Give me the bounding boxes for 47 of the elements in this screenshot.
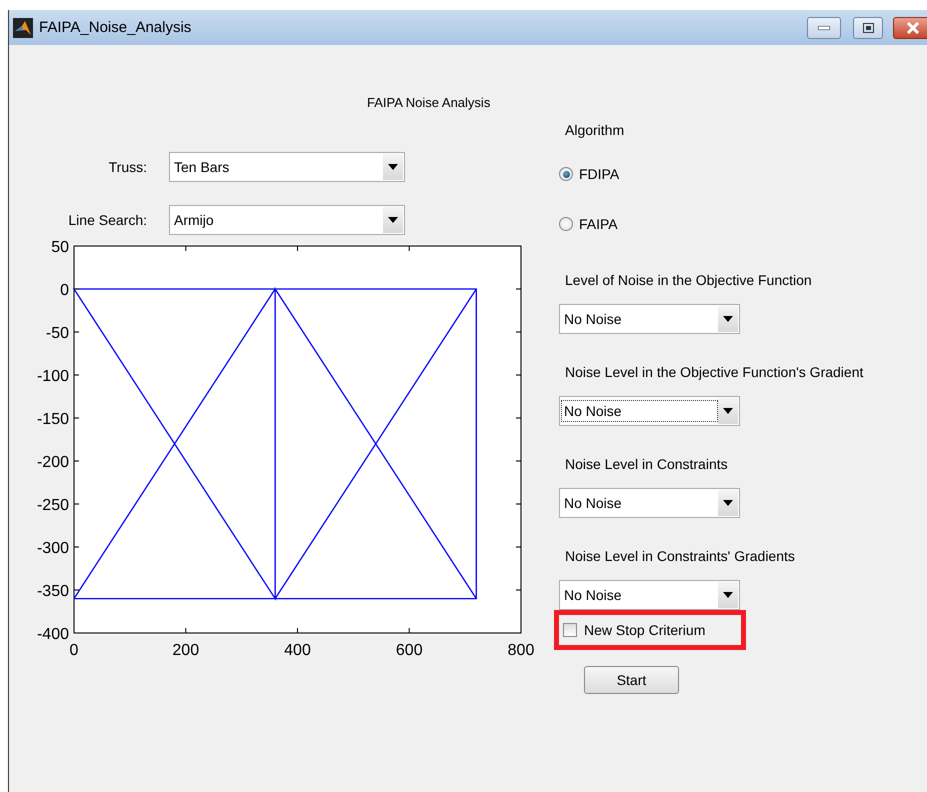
- app-logo-icon: [13, 18, 33, 38]
- dropdown[interactable]: No Noise: [559, 396, 740, 426]
- field-label: Truss:: [108, 159, 147, 175]
- y-tick-label: -300: [36, 540, 69, 557]
- close-icon: [907, 22, 919, 34]
- stop-criterion-checkbox[interactable]: New Stop Criterium: [563, 622, 706, 638]
- dropdown-arrow-icon: [388, 164, 398, 170]
- y-tick-label: -250: [36, 497, 69, 514]
- minimize-button[interactable]: [807, 16, 841, 38]
- dropdown-arrow-icon: [388, 217, 398, 223]
- window-title: FAIPA_Noise_Analysis: [39, 19, 192, 36]
- start-button[interactable]: Start: [584, 666, 679, 694]
- setting-label: Noise Level in Constraints' Gradients: [564, 548, 796, 564]
- y-tick-label: -150: [36, 411, 69, 428]
- y-tick-label: -200: [36, 454, 69, 471]
- x-tick-label: 400: [284, 642, 311, 657]
- y-tick-label: 0: [60, 282, 69, 299]
- setting-label: Level of Noise in the Objective Function: [564, 272, 813, 288]
- maximize-icon: [862, 22, 874, 32]
- dropdown-arrow-icon: [723, 500, 733, 506]
- panel-heading: FAIPA Noise Analysis: [367, 95, 490, 110]
- dropdown[interactable]: Ten Bars: [169, 152, 405, 182]
- y-tick-label: -100: [36, 368, 69, 385]
- radio-option[interactable]: FDIPA: [559, 164, 864, 184]
- setting-label: Noise Level in the Objective Function's Gradient: [564, 364, 864, 380]
- maximize-button[interactable]: [853, 16, 883, 38]
- x-tick-label: 600: [396, 642, 423, 657]
- dropdown[interactable]: No Noise: [559, 488, 740, 518]
- field-label: Line Search:: [68, 212, 147, 228]
- dropdown[interactable]: Armijo: [169, 205, 405, 235]
- y-tick-label: -400: [36, 626, 69, 643]
- dropdown[interactable]: No Noise: [559, 580, 740, 610]
- dropdown-arrow-icon: [723, 408, 733, 414]
- setting-label: Noise Level in Constraints: [564, 456, 729, 472]
- dropdown-arrow-icon: [723, 592, 733, 598]
- x-tick-label: 800: [508, 642, 534, 657]
- radio-option[interactable]: FAIPA: [559, 214, 864, 234]
- minimize-icon: [818, 26, 830, 30]
- y-tick-label: -50: [46, 325, 69, 342]
- close-button[interactable]: [893, 16, 927, 38]
- dropdown[interactable]: No Noise: [559, 304, 740, 334]
- section-label: Algorithm: [564, 122, 626, 138]
- x-tick-label: 0: [70, 642, 78, 657]
- x-tick-label: 200: [172, 642, 200, 657]
- y-tick-label: 50: [51, 239, 69, 256]
- y-tick-label: -350: [36, 583, 69, 600]
- dropdown-arrow-icon: [723, 316, 733, 322]
